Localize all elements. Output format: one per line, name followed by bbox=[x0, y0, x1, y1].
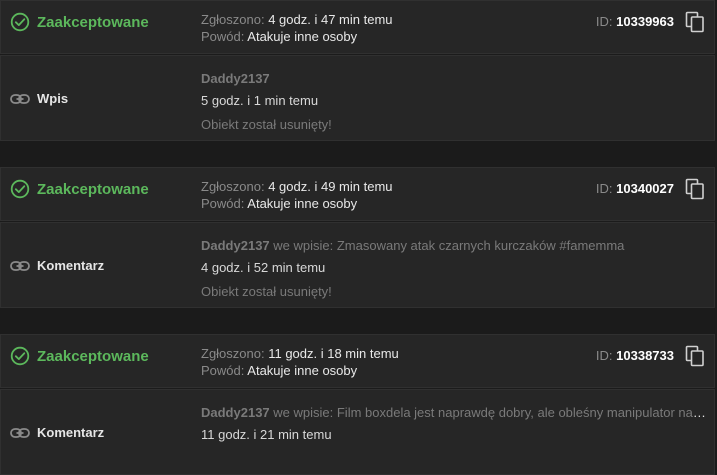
reported-label: Zgłoszono: bbox=[201, 12, 265, 27]
report-meta: Zgłoszono: 4 godz. i 49 min temu Powód: … bbox=[201, 178, 393, 212]
status: Zaakceptowane bbox=[10, 12, 149, 32]
object-kind[interactable]: Komentarz bbox=[10, 258, 104, 273]
check-circle-icon bbox=[10, 346, 30, 366]
status-label: Zaakceptowane bbox=[37, 13, 149, 31]
removed-notice: Obiekt został usunięty! bbox=[201, 284, 332, 299]
report-header: Zaakceptowane Zgłoszono: 4 godz. i 49 mi… bbox=[0, 167, 715, 221]
reported-time: 4 godz. i 47 min temu bbox=[268, 12, 393, 27]
reported-time: 4 godz. i 49 min temu bbox=[268, 179, 393, 194]
report-body: Wpis Daddy2137 5 godz. i 1 min temu Obie… bbox=[0, 55, 715, 141]
report-meta: Zgłoszono: 11 godz. i 18 min temu Powód:… bbox=[201, 345, 399, 379]
copy-icon[interactable] bbox=[685, 345, 705, 367]
report-meta: Zgłoszono: 4 godz. i 47 min temu Powód: … bbox=[201, 11, 393, 45]
id-label: ID: bbox=[595, 181, 613, 196]
check-circle-icon bbox=[10, 12, 30, 32]
author-link[interactable]: Daddy2137 bbox=[201, 238, 270, 253]
reason-value: Atakuje inne osoby bbox=[247, 29, 358, 44]
entry-context[interactable]: we wpisie: Zmasowany atak czarnych kurcz… bbox=[273, 238, 624, 253]
id-value: 10339963 bbox=[616, 14, 674, 29]
id-label: ID: bbox=[595, 14, 613, 29]
author-link[interactable]: Daddy2137 bbox=[201, 405, 270, 420]
status-label: Zaakceptowane bbox=[37, 180, 149, 198]
object-time: 4 godz. i 52 min temu bbox=[201, 260, 326, 275]
author-link[interactable]: Daddy2137 bbox=[201, 71, 270, 86]
link-icon bbox=[10, 93, 30, 104]
link-icon bbox=[10, 260, 30, 271]
object-kind-label: Wpis bbox=[37, 91, 69, 106]
object-time: 5 godz. i 1 min temu bbox=[201, 93, 319, 108]
object-kind-label: Komentarz bbox=[37, 425, 105, 440]
status: Zaakceptowane bbox=[10, 179, 149, 199]
copy-icon[interactable] bbox=[685, 11, 705, 33]
object-source: Daddy2137 bbox=[201, 71, 706, 86]
check-circle-icon bbox=[10, 179, 30, 199]
reason-label: Powód: bbox=[201, 196, 245, 211]
reason-value: Atakuje inne osoby bbox=[247, 196, 358, 211]
id-label: ID: bbox=[595, 348, 613, 363]
status-label: Zaakceptowane bbox=[37, 347, 149, 365]
object-kind[interactable]: Komentarz bbox=[10, 425, 104, 440]
object-kind[interactable]: Wpis bbox=[10, 91, 68, 106]
status: Zaakceptowane bbox=[10, 346, 149, 366]
report-body: Komentarz Daddy2137 we wpisie: Zmasowany… bbox=[0, 222, 715, 308]
id-value: 10338733 bbox=[616, 348, 674, 363]
id-value: 10340027 bbox=[616, 181, 674, 196]
entry-context[interactable]: we wpisie: Film boxdela jest naprawdę do… bbox=[273, 405, 706, 420]
object-kind-label: Komentarz bbox=[37, 258, 105, 273]
reason-label: Powód: bbox=[201, 29, 245, 44]
report-body: Komentarz Daddy2137 we wpisie: Film boxd… bbox=[0, 389, 715, 475]
report-id: ID: 10340027 bbox=[596, 181, 674, 196]
link-icon bbox=[10, 427, 30, 438]
reason-value: Atakuje inne osoby bbox=[247, 363, 358, 378]
reported-time: 11 godz. i 18 min temu bbox=[268, 346, 399, 361]
object-source: Daddy2137 we wpisie: Zmasowany atak czar… bbox=[201, 238, 706, 253]
report-header: Zaakceptowane Zgłoszono: 11 godz. i 18 m… bbox=[0, 334, 715, 388]
object-time: 11 godz. i 21 min temu bbox=[201, 427, 332, 442]
removed-notice: Obiekt został usunięty! bbox=[201, 117, 332, 132]
report-header: Zaakceptowane Zgłoszono: 4 godz. i 47 mi… bbox=[0, 0, 715, 54]
reason-label: Powód: bbox=[201, 363, 245, 378]
report-id: ID: 10339963 bbox=[596, 14, 674, 29]
object-source: Daddy2137 we wpisie: Film boxdela jest n… bbox=[201, 405, 706, 420]
reported-label: Zgłoszono: bbox=[201, 346, 265, 361]
copy-icon[interactable] bbox=[685, 178, 705, 200]
reported-label: Zgłoszono: bbox=[201, 179, 265, 194]
report-id: ID: 10338733 bbox=[596, 348, 674, 363]
